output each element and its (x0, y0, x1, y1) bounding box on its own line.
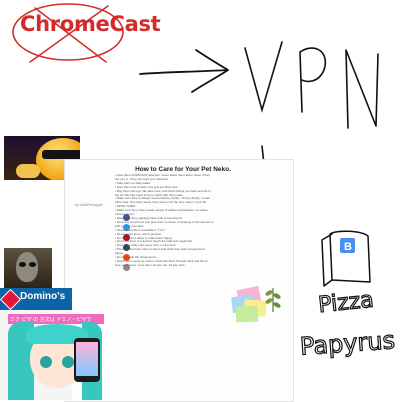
character-eye (62, 356, 74, 368)
handwritten-pizza: Pizza (317, 288, 375, 319)
article-line: love you forever. Love them forever too.… (115, 263, 186, 267)
bitcoin-symbol: B (344, 241, 352, 253)
sunglasses-icon (42, 150, 80, 159)
anime-character-image: ミク ピザ の 注文は ドミノ・ピザで (8, 292, 104, 400)
alien-image (4, 248, 52, 288)
article-title: How to Care for Your Pet Neko. (135, 166, 231, 173)
alien-eye (29, 262, 36, 267)
arrow-icon (139, 49, 229, 93)
crossed-out-chromecast-label: ChromeCast (20, 12, 161, 36)
sticky-note-green (235, 305, 259, 323)
vpn-p-stroke (299, 47, 327, 113)
article-body: • Give them CONSTANT attention, never le… (115, 174, 285, 268)
alien-eye (19, 262, 26, 267)
phone-screen (76, 342, 98, 376)
vpn-n-stroke (345, 49, 379, 129)
vpn-v-stroke (244, 41, 283, 113)
handwritten-papyrus: Papyrus (299, 326, 396, 361)
character-eye (40, 356, 52, 368)
article-author: by LilahPineapple (75, 203, 103, 207)
emoji-hand (16, 164, 40, 178)
herb-sprig-icon (265, 288, 281, 312)
alien-head (16, 252, 38, 282)
